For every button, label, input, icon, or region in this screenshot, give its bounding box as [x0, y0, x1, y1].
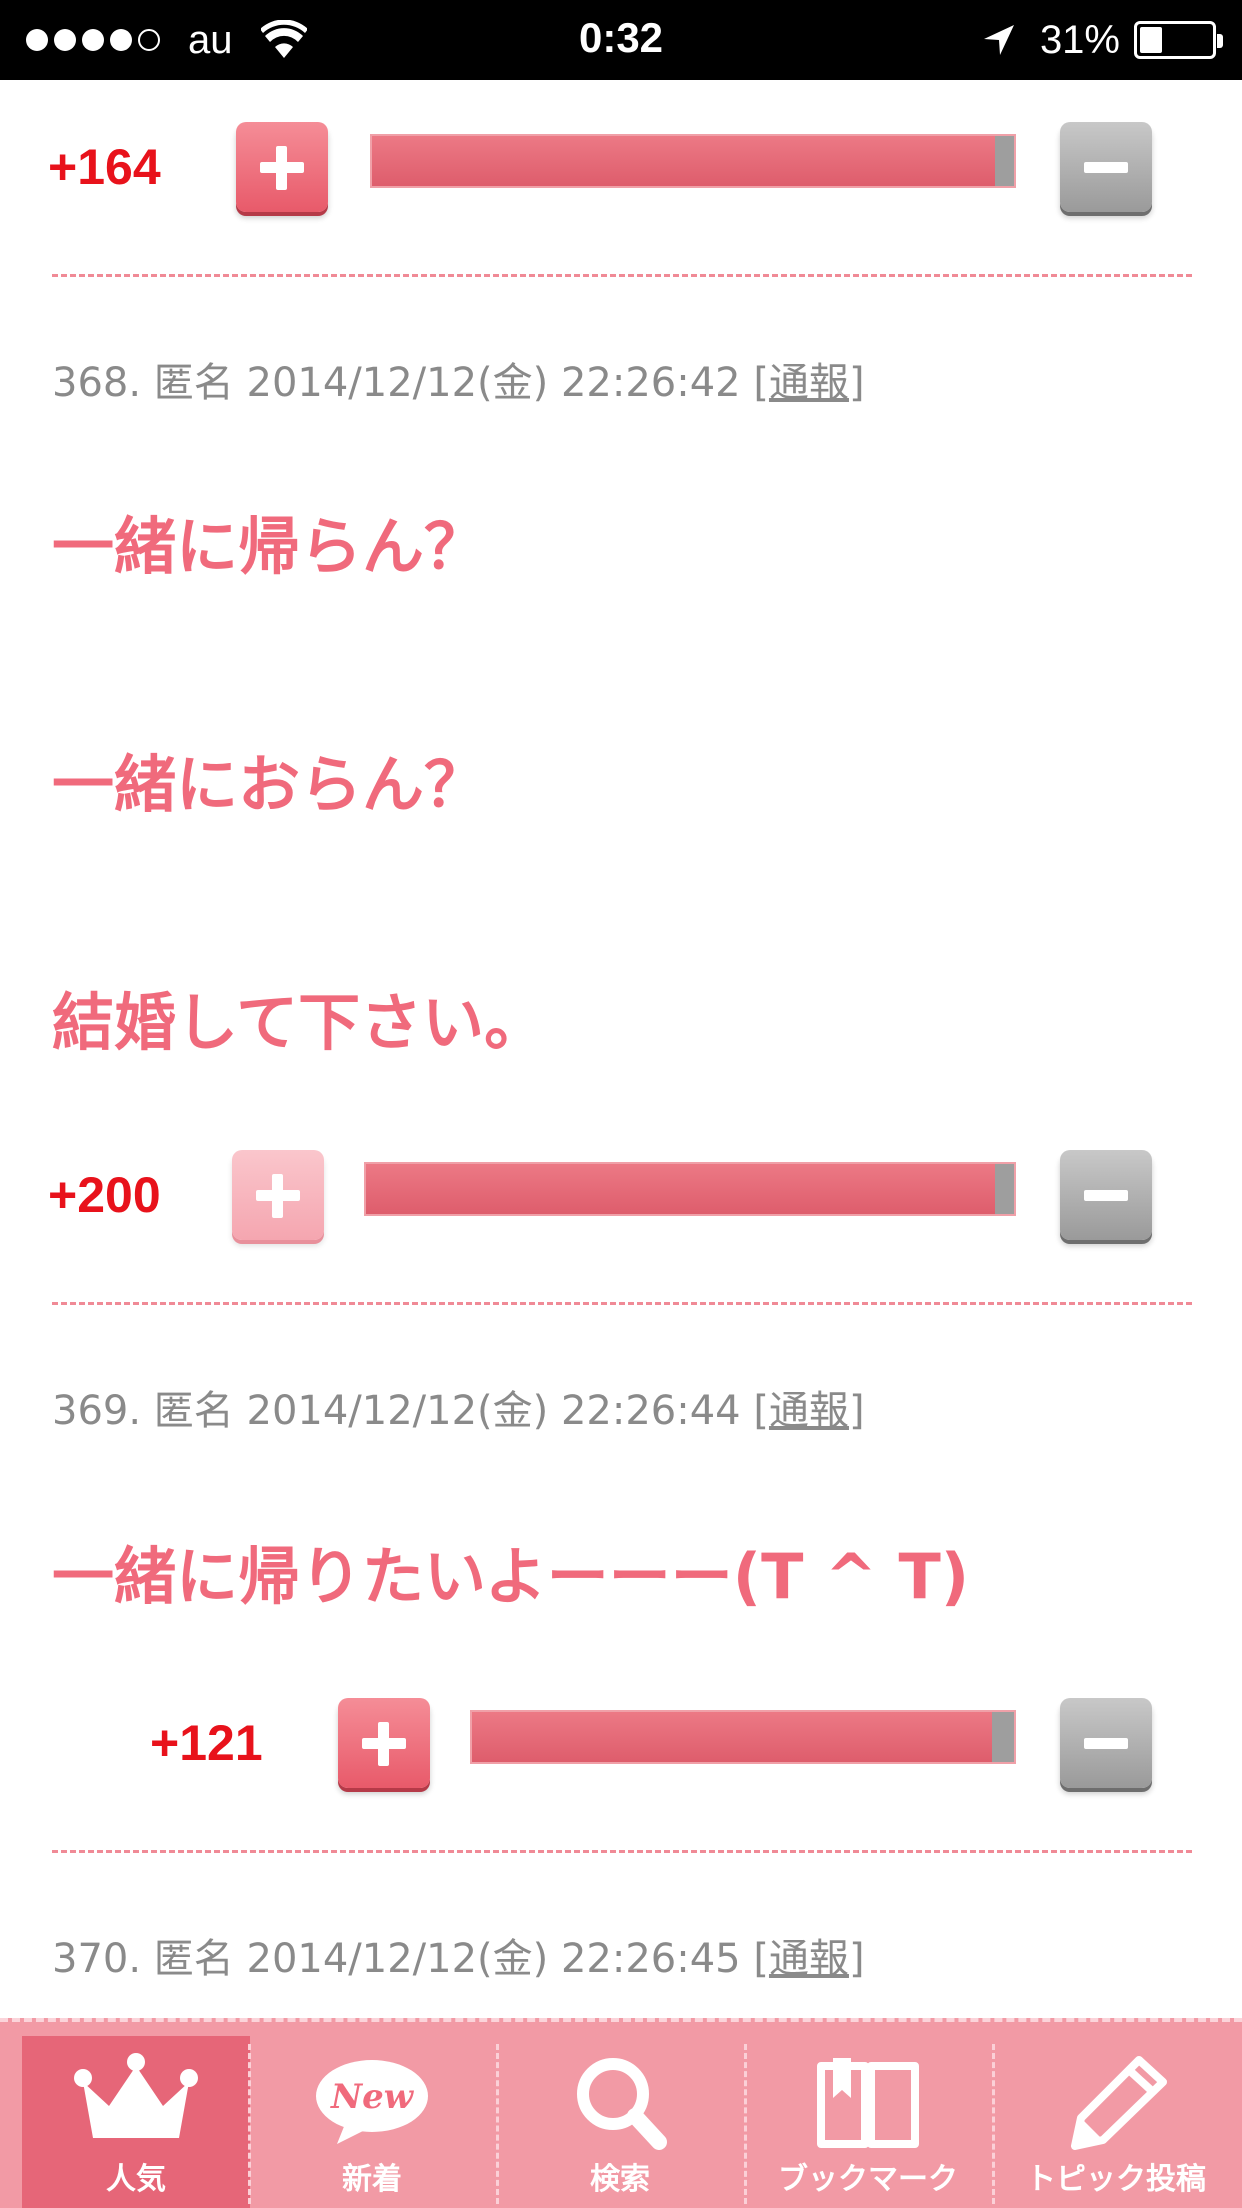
tab-separator [992, 2044, 995, 2204]
status-bar: au 0:32 31% [0, 0, 1242, 80]
comment-number: 368. [52, 360, 142, 406]
comment-time: 22:26:44 [560, 1388, 741, 1434]
vote-ratio-plus [366, 1164, 995, 1214]
plus-icon-stem [378, 1722, 389, 1766]
tab-label: トピック投稿 [1026, 2162, 1206, 2197]
vote-ratio-plus [372, 136, 995, 186]
minus-vote-button[interactable] [1060, 1150, 1152, 1240]
plus-icon-stem [272, 1174, 283, 1218]
plus-vote-button[interactable] [236, 122, 328, 212]
tab-label: 新着 [342, 2162, 402, 2197]
bookmark-book-icon [817, 2058, 919, 2148]
comment-line: 結婚して下さい。 [52, 986, 547, 1059]
vote-ratio-minus [994, 1164, 1014, 1214]
comment-meta: 368. 匿名 2014/12/12(金) 22:26:42 [通報] [52, 350, 865, 408]
report-link[interactable]: [通報] [753, 1388, 864, 1434]
pencil-icon [1071, 2056, 1167, 2150]
tab-label: ブックマーク [778, 2162, 958, 2197]
comment-author: 匿名 [153, 1388, 234, 1434]
report-link[interactable]: [通報] [753, 1936, 864, 1982]
vote-score: +164 [48, 139, 161, 195]
vote-ratio-bar [370, 134, 1016, 188]
search-icon [577, 2058, 667, 2150]
comment-line: 一緒に帰らん？ [52, 510, 487, 583]
comment-time: 22:26:42 [560, 360, 741, 406]
status-right: 31% [982, 16, 1223, 64]
plus-icon-stem [276, 146, 287, 190]
tab-separator [248, 2044, 251, 2204]
report-link-label: 通報 [768, 1388, 849, 1434]
comment-author: 匿名 [153, 1936, 234, 1982]
tab-popular[interactable]: 人気 [22, 2036, 250, 2208]
vote-row: +164 [0, 118, 1242, 218]
comment-meta: 370. 匿名 2014/12/12(金) 22:26:45 [通報] [52, 1926, 865, 1984]
comment-date: 2014/12/12(金) [246, 360, 549, 406]
tab-label: 人気 [106, 2162, 166, 2197]
tab-post-topic[interactable]: トピック投稿 [1002, 2036, 1230, 2208]
tab-new[interactable]: New 新着 [258, 2036, 486, 2208]
report-link-label: 通報 [768, 1936, 849, 1982]
tab-bar: 人気 New 新着 検索 ブックマーク トピック投稿 [0, 2018, 1242, 2208]
vote-score: +200 [48, 1167, 161, 1223]
minus-icon [1084, 1190, 1128, 1201]
vote-ratio-minus [994, 136, 1014, 186]
battery-icon [1134, 21, 1223, 59]
new-badge-text: New [330, 2077, 415, 2117]
plus-vote-button[interactable] [338, 1698, 430, 1788]
new-bubble-icon: New [316, 2060, 428, 2144]
comment-date: 2014/12/12(金) [246, 1936, 549, 1982]
vote-ratio-plus [472, 1712, 993, 1762]
minus-vote-button[interactable] [1060, 122, 1152, 212]
tab-label: 検索 [590, 2162, 650, 2197]
location-arrow-icon [983, 25, 1014, 55]
comment-number: 369. [52, 1388, 142, 1434]
crown-icon [74, 2053, 198, 2138]
report-link-label: 通報 [768, 360, 849, 406]
comment-author: 匿名 [153, 360, 234, 406]
vote-row: +121 [0, 1694, 1242, 1794]
tab-search[interactable]: 検索 [506, 2036, 734, 2208]
minus-vote-button[interactable] [1060, 1698, 1152, 1788]
comment-date: 2014/12/12(金) [246, 1388, 549, 1434]
comment-meta: 369. 匿名 2014/12/12(金) 22:26:44 [通報] [52, 1378, 865, 1436]
tab-bookmark[interactable]: ブックマーク [754, 2036, 982, 2208]
minus-icon [1084, 162, 1128, 173]
tab-separator [744, 2044, 747, 2204]
battery-nub [1217, 34, 1223, 48]
comment-line: 一緒におらん？ [52, 748, 487, 821]
divider [52, 1302, 1192, 1305]
comment-time: 22:26:45 [560, 1936, 741, 1982]
comment-line: 一緒に帰りたいよーーー(T ^ T) [52, 1540, 970, 1613]
divider [52, 1850, 1192, 1853]
minus-icon [1084, 1738, 1128, 1749]
vote-row: +200 [0, 1146, 1242, 1246]
divider [52, 274, 1192, 277]
report-link[interactable]: [通報] [753, 360, 864, 406]
vote-ratio-minus [992, 1712, 1014, 1762]
battery-percent: 31% [1039, 17, 1120, 62]
tab-separator [496, 2044, 499, 2204]
vote-score: +121 [150, 1715, 263, 1771]
comment-number: 370. [52, 1936, 142, 1982]
vote-ratio-bar [470, 1710, 1016, 1764]
plus-vote-button[interactable] [232, 1150, 324, 1240]
vote-ratio-bar [364, 1162, 1016, 1216]
battery-level [1140, 27, 1162, 53]
